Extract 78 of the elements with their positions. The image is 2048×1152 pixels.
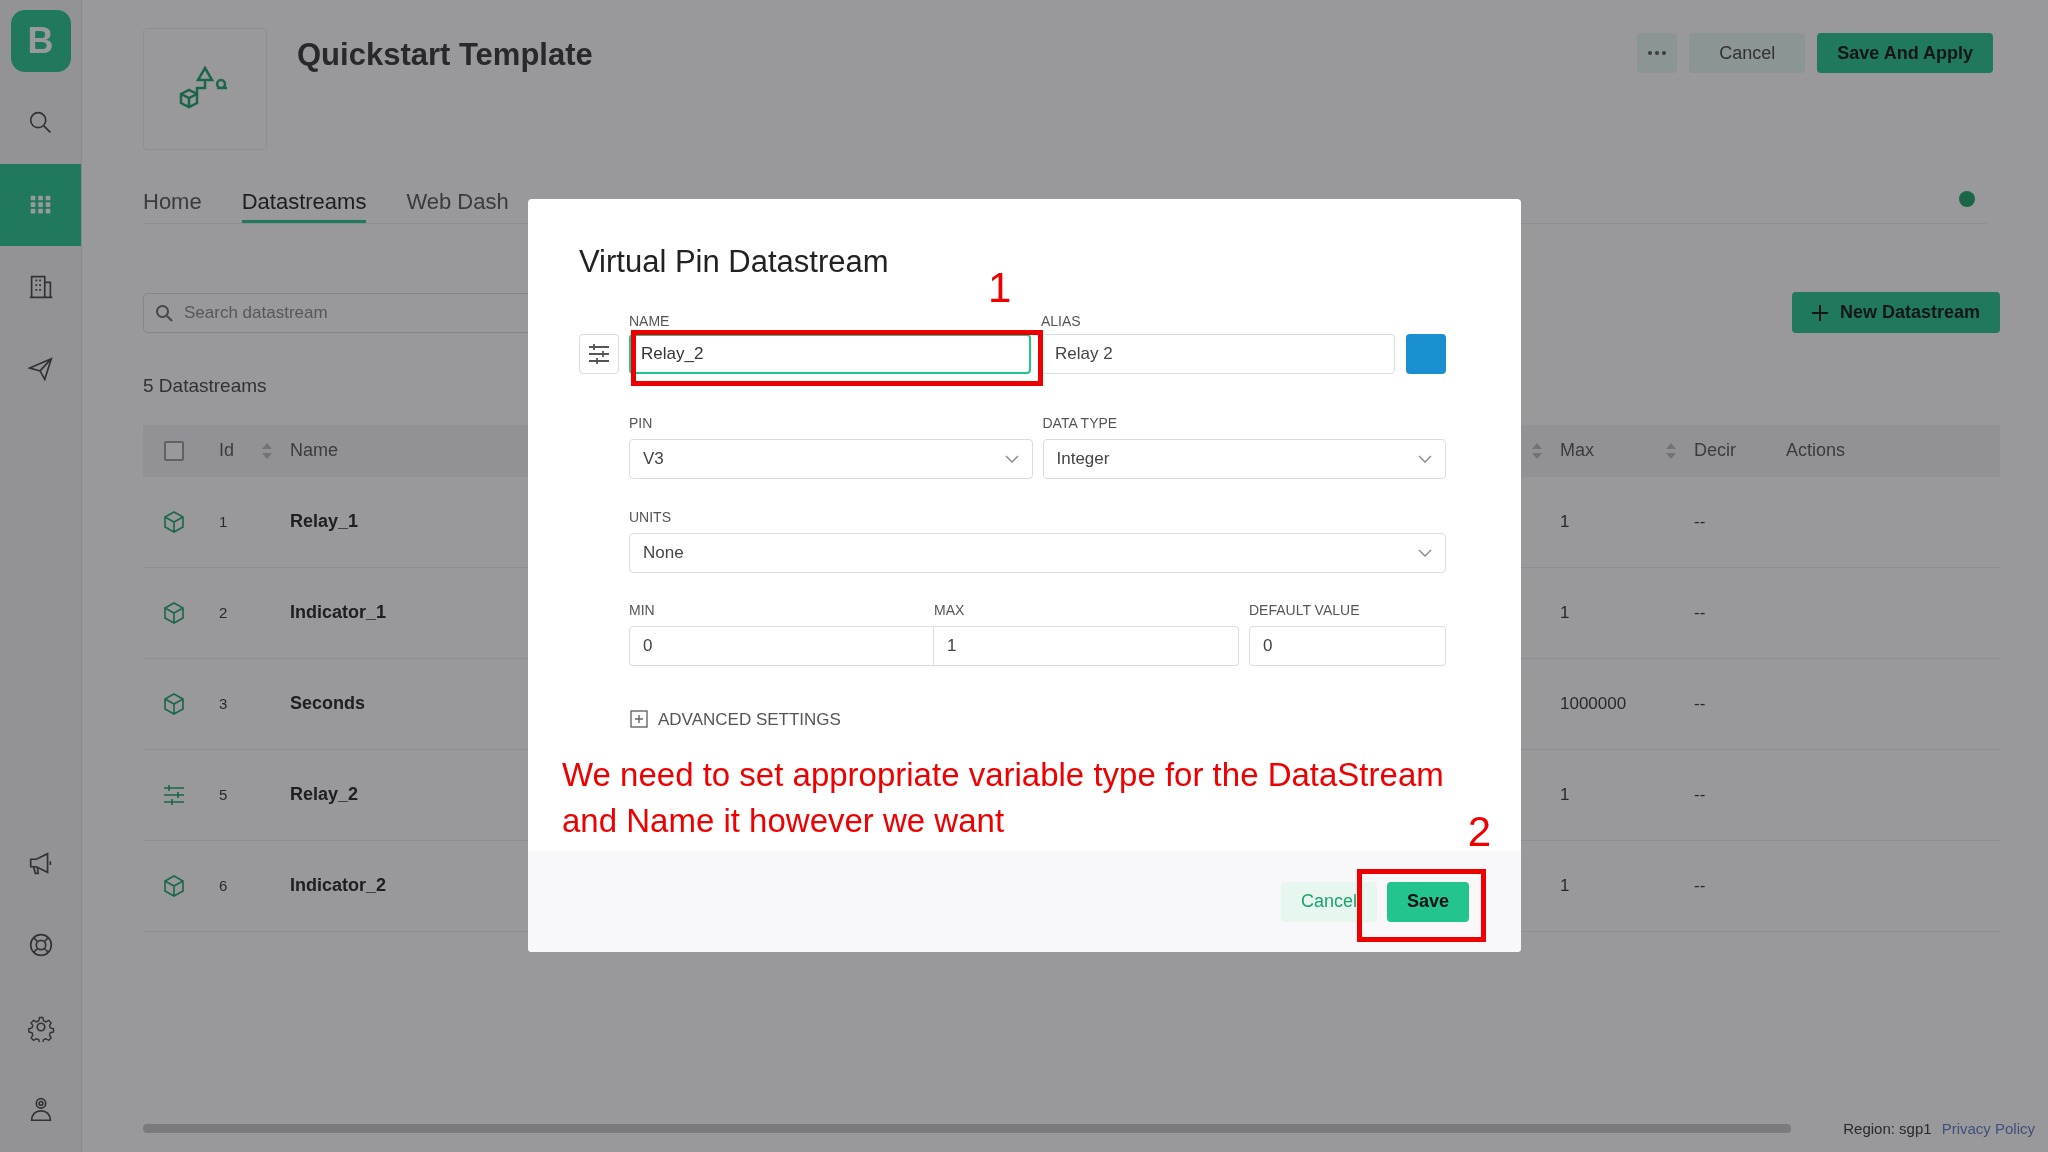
cube-icon xyxy=(163,510,185,533)
field-label: NAME xyxy=(629,311,671,329)
units-select[interactable]: None xyxy=(629,532,1446,573)
sort-icon xyxy=(1532,442,1542,459)
column-header: Max xyxy=(1560,439,1595,462)
field-label: DEFAULT VALUE xyxy=(1249,600,1361,620)
search-icon xyxy=(155,303,173,322)
table-cell: 6 xyxy=(219,876,228,894)
paper-plane-icon xyxy=(25,354,56,384)
plus-box-icon xyxy=(630,710,648,729)
page-title: Quickstart Template xyxy=(297,36,593,74)
name-input[interactable]: Relay_2 xyxy=(629,333,1031,374)
column-header: Decir xyxy=(1694,440,1736,460)
column-header: Name xyxy=(290,440,338,460)
info-icon[interactable] xyxy=(1959,191,1975,207)
table-cell: 3 xyxy=(219,694,228,712)
default-value-input[interactable]: 0 xyxy=(1249,625,1446,666)
field-label: MIN xyxy=(629,600,656,620)
region-label: Region: sgp1 xyxy=(1843,1118,1932,1139)
annotation-note: We need to set appropriate variable type for the DataStream and Name it however we want xyxy=(562,755,1445,841)
field-label: UNITS xyxy=(629,507,672,527)
sort-icon xyxy=(1666,442,1676,459)
table-cell: -- xyxy=(1694,875,1706,895)
tab[interactable]: Home xyxy=(143,174,202,223)
table-cell: 1 xyxy=(1560,602,1570,622)
color-picker[interactable] xyxy=(1406,333,1446,374)
annotation-number: 1 xyxy=(988,267,1012,309)
table-cell: Relay_1 xyxy=(290,511,359,531)
chevron-icon xyxy=(1418,454,1432,463)
table-cell: 1 xyxy=(1560,511,1570,531)
more-icon xyxy=(1648,51,1667,55)
field-label: DATA TYPE xyxy=(1042,413,1119,433)
column-header: Id xyxy=(219,439,235,462)
table-cell: -- xyxy=(1694,602,1706,622)
table-cell: -- xyxy=(1694,784,1706,804)
table-cell: Seconds xyxy=(290,693,366,713)
annotation-number: 2 xyxy=(1467,811,1491,853)
field-label: PIN xyxy=(629,413,654,433)
cube-icon xyxy=(163,601,185,624)
datastream-type-button[interactable] xyxy=(579,333,619,374)
sort-icon xyxy=(262,442,272,459)
max-input[interactable]: 1 xyxy=(934,625,1239,666)
table-cell: 1 xyxy=(219,512,228,530)
dialog-title: Virtual Pin Datastream xyxy=(579,243,890,281)
sidebar-item[interactable] xyxy=(0,164,81,246)
advanced-settings-toggle[interactable]: ADVANCED SETTINGS xyxy=(630,706,841,732)
table-cell: 1 xyxy=(1560,784,1570,804)
table-cell: Relay_2 xyxy=(290,784,359,804)
data-type-select[interactable]: Integer xyxy=(1042,438,1446,479)
select-all-checkbox[interactable] xyxy=(164,440,184,461)
scrollbar[interactable] xyxy=(143,1124,1791,1134)
column-header: Actions xyxy=(1786,440,1846,460)
table-cell: 5 xyxy=(219,785,228,803)
table-cell: Indicator_1 xyxy=(290,602,387,622)
field-label: MAX xyxy=(934,600,966,620)
cube-icon xyxy=(163,692,185,715)
cube-icon xyxy=(163,874,185,897)
chevron-icon xyxy=(1004,454,1019,463)
field-label: ALIAS xyxy=(1041,311,1082,329)
min-input[interactable]: 0 xyxy=(629,625,934,666)
cancel-button[interactable]: Cancel xyxy=(1689,33,1806,73)
sliders-icon xyxy=(588,343,610,364)
pin-select[interactable]: V3 xyxy=(629,438,1033,479)
tab[interactable]: Datastreams xyxy=(241,174,367,223)
sliders-icon xyxy=(163,784,185,805)
save-button[interactable]: Save xyxy=(1386,881,1469,922)
more-button[interactable] xyxy=(1637,33,1678,73)
chevron-icon xyxy=(1418,548,1432,557)
table-cell: -- xyxy=(1694,511,1706,531)
tab[interactable]: Web Dash xyxy=(406,174,509,223)
table-cell: 1000000 xyxy=(1560,693,1627,713)
datastream-count: 5 Datastreams xyxy=(143,374,267,398)
plus-icon xyxy=(1811,304,1828,321)
table-cell: 2 xyxy=(219,603,228,621)
table-cell: 1 xyxy=(1560,875,1570,895)
alias-input[interactable]: Relay 2 xyxy=(1041,333,1395,374)
table-cell: -- xyxy=(1694,693,1706,713)
table-cell: Indicator_2 xyxy=(290,875,387,895)
